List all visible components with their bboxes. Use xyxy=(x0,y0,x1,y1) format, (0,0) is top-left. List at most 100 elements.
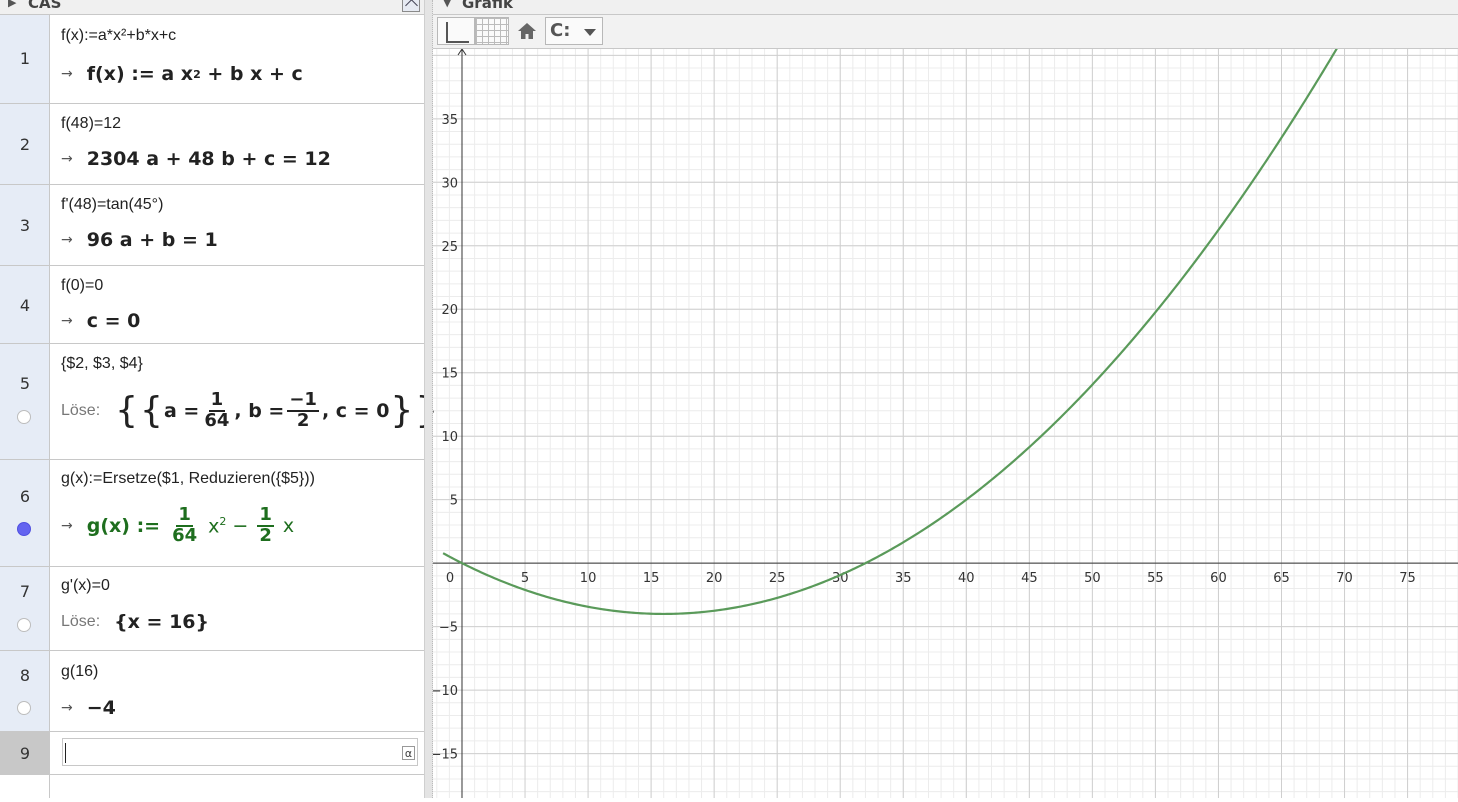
axes-toggle-icon[interactable] xyxy=(437,17,475,45)
x-tick-label: 15 xyxy=(643,571,660,586)
y-tick-label: 5 xyxy=(450,494,458,509)
cas-input[interactable]: f(48)=12 xyxy=(61,115,121,133)
y-tick-label: 10 xyxy=(441,430,458,445)
solve-label: Löse: xyxy=(61,401,101,419)
arrow-icon: → xyxy=(61,151,73,167)
cas-output: → 96 a + b = 1 xyxy=(61,229,218,251)
y-tick-label: −5 xyxy=(439,621,458,636)
output-text: −4 xyxy=(86,697,116,719)
cas-empty-area[interactable] xyxy=(0,775,424,798)
cas-output: → −4 xyxy=(61,697,116,719)
cas-input-field[interactable]: α xyxy=(62,738,418,766)
grid-toggle-icon[interactable] xyxy=(475,17,509,45)
row-number-cell[interactable]: 1 xyxy=(0,15,50,103)
cas-input[interactable]: f'(48)=tan(45°) xyxy=(61,196,163,214)
row-number: 6 xyxy=(19,487,31,506)
x-tick-label: 55 xyxy=(1147,571,1164,586)
visibility-toggle[interactable] xyxy=(17,618,31,632)
x-tick-label: 70 xyxy=(1336,571,1353,586)
visibility-toggle[interactable] xyxy=(17,701,31,715)
cas-row-5[interactable]: 5 {$2, $3, $4} Löse: {{ a = 1 64 , b = −1… xyxy=(0,344,438,460)
y-tick-label: 35 xyxy=(441,113,458,128)
row-number-cell[interactable]: 2 xyxy=(0,104,50,184)
x-squared: x2 xyxy=(208,514,227,538)
minus-sign: − xyxy=(232,514,249,537)
graphics-view[interactable]: 0 5 10 15 20 25 30 35 40 45 50 55 60 65 70 75 35 30 25 20 15… xyxy=(431,45,1458,798)
text-caret xyxy=(65,743,66,763)
output-lhs: g(x) := xyxy=(86,514,161,537)
cas-input[interactable]: g(x):=Ersetze($1, Reduzieren({$5})) xyxy=(61,470,315,488)
x-tick-label: 65 xyxy=(1273,571,1290,586)
row-number-cell[interactable]: 3 xyxy=(0,185,50,265)
output-lhs: f(x) := a x xyxy=(86,63,194,85)
point-capture-label: C: xyxy=(550,20,571,41)
x-tick-label: 20 xyxy=(706,571,723,586)
cas-row-6[interactable]: 6 g(x):=Ersetze($1, Reduzieren({$5})) → … xyxy=(0,460,424,567)
row-number-cell[interactable]: 7 xyxy=(0,567,50,650)
row-number-cell[interactable]: 8 xyxy=(0,651,50,731)
row-number-cell[interactable]: 9 xyxy=(0,732,50,774)
x-tick-label: 50 xyxy=(1084,571,1101,586)
cas-input[interactable]: f(0)=0 xyxy=(61,277,103,295)
graphics-title: Grafik xyxy=(462,0,513,12)
cas-output: → 2304 a + 48 b + c = 12 xyxy=(61,148,331,170)
fraction-a: 1 64 xyxy=(204,388,230,431)
visibility-toggle[interactable] xyxy=(17,410,31,424)
row-number: 8 xyxy=(19,666,31,685)
brace-open-inner: { xyxy=(140,390,163,431)
graphics-header: ▼ Grafik xyxy=(433,0,1458,15)
cas-row-4[interactable]: 4 f(0)=0 → c = 0 xyxy=(0,266,424,344)
chevron-down-icon xyxy=(584,29,596,36)
output-text: c = 0 xyxy=(86,310,141,332)
row-number-cell[interactable]: 6 xyxy=(0,460,50,566)
cas-row-8[interactable]: 8 g(16) → −4 xyxy=(0,651,424,732)
row-number: 2 xyxy=(19,135,31,154)
alpha-keyboard-icon[interactable]: α xyxy=(402,746,415,760)
output-text: 2304 a + 48 b + c = 12 xyxy=(86,148,331,170)
fraction-b: −1 2 xyxy=(287,388,319,431)
cas-title: CAS xyxy=(28,0,62,12)
fraction-2: 12 xyxy=(257,504,274,546)
row-number: 9 xyxy=(19,744,31,763)
cas-input[interactable]: {$2, $3, $4} xyxy=(61,355,143,373)
row-number-cell[interactable]: 4 xyxy=(0,266,50,343)
cas-input[interactable]: g'(x)=0 xyxy=(61,577,110,595)
cas-output: → c = 0 xyxy=(61,310,140,332)
cas-input[interactable]: f(x):=a*x²+b*x+c xyxy=(61,27,176,45)
output-rest: + b x + c xyxy=(200,63,303,85)
view-splitter[interactable] xyxy=(424,0,433,798)
x-tick-label: 60 xyxy=(1210,571,1227,586)
output-exponent: 2 xyxy=(193,67,201,81)
row-number: 3 xyxy=(19,216,31,235)
graphics-panel: ▼ Grafik C: 0 5 10 15 20 25 30 35 40 45 50 55 60 65 70… xyxy=(431,0,1458,798)
brace-close-inner: } xyxy=(390,390,414,431)
cas-row-2[interactable]: 2 f(48)=12 → 2304 a + 48 b + c = 12 xyxy=(0,104,424,185)
cas-row-3[interactable]: 3 f'(48)=tan(45°) → 96 a + b = 1 xyxy=(0,185,424,266)
cas-input[interactable]: g(16) xyxy=(61,663,98,681)
x-tick-label: 40 xyxy=(958,571,975,586)
visibility-toggle[interactable] xyxy=(17,522,31,536)
x-tick-label: 5 xyxy=(521,571,529,586)
cas-row-9[interactable]: 9 α xyxy=(0,732,424,775)
collapse-triangle-icon[interactable]: ▶ xyxy=(8,0,16,9)
point-capture-dropdown[interactable]: C: xyxy=(545,17,603,45)
row-number: 1 xyxy=(19,49,31,68)
cas-row-1[interactable]: 1 f(x):=a*x²+b*x+c → f(x) := a x2 + b x … xyxy=(0,15,424,104)
row-number: 5 xyxy=(19,374,31,393)
brace-open: { xyxy=(115,390,139,431)
cas-output: Löse: {x = 16} xyxy=(61,611,209,633)
row-number-cell[interactable]: 5 xyxy=(0,344,50,459)
graphics-style-bar: C: xyxy=(433,15,1458,49)
x-tick-label: 10 xyxy=(580,571,597,586)
row-number: 7 xyxy=(19,582,31,601)
y-tick-label: 25 xyxy=(441,240,458,255)
close-view-icon[interactable] xyxy=(402,0,420,12)
output-text: {x = 16} xyxy=(114,611,210,633)
x-term: x xyxy=(282,514,295,537)
collapse-triangle-icon[interactable]: ▼ xyxy=(443,0,451,9)
arrow-icon: → xyxy=(61,517,73,534)
function-plot[interactable]: 0 5 10 15 20 25 30 35 40 45 50 55 60 65 70 753530252015… xyxy=(431,45,1458,798)
home-icon[interactable] xyxy=(513,17,541,45)
x-tick-label: 35 xyxy=(895,571,912,586)
cas-row-7[interactable]: 7 g'(x)=0 Löse: {x = 16} xyxy=(0,567,424,651)
